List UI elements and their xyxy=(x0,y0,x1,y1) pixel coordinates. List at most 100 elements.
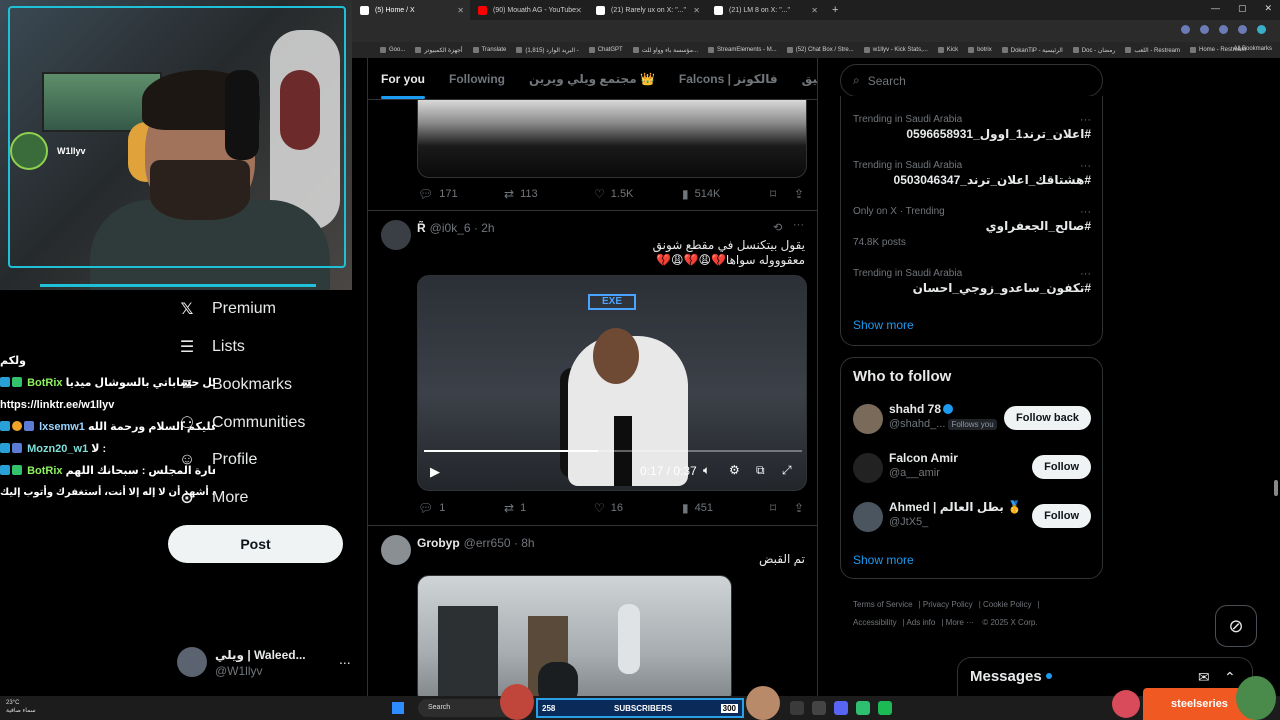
search-box[interactable]: ⌕ xyxy=(840,64,1103,97)
close-icon[interactable]: ✕ xyxy=(457,6,464,15)
bookmark-item[interactable]: DokanTiP - الرئيسية xyxy=(1001,47,1063,54)
bookmark-button[interactable]: ⌑ xyxy=(770,187,776,201)
new-message-icon[interactable]: ✉ xyxy=(1198,669,1210,686)
tab-following[interactable]: Following xyxy=(449,72,505,86)
trend-item[interactable]: Trending in Saudi Arabia #اعلان_ترند1_او… xyxy=(853,114,1091,141)
chat-link[interactable]: https://linktr.ee/w1llyv xyxy=(0,399,114,411)
address-bar[interactable] xyxy=(352,20,1280,42)
close-window-icon[interactable]: ✕ xyxy=(1264,3,1272,14)
bookmark-item[interactable]: أجهزة الكمبيوتر xyxy=(415,47,463,54)
settings-gear-icon[interactable]: ⚙ xyxy=(729,463,740,477)
follow-button[interactable]: Follow xyxy=(1032,455,1091,479)
search-input[interactable] xyxy=(867,73,1068,88)
extension-icon[interactable] xyxy=(1200,25,1209,34)
taskbar-app-icon[interactable] xyxy=(812,701,826,715)
footer-link[interactable]: Terms of Service xyxy=(853,600,913,609)
footer-link[interactable]: More ··· xyxy=(946,618,974,627)
play-icon[interactable]: ▶ xyxy=(430,464,440,480)
extension-icon[interactable] xyxy=(1181,25,1190,34)
extension-icon[interactable] xyxy=(1219,25,1228,34)
bookmark-button[interactable]: ⌑ xyxy=(770,501,776,515)
tweet-author[interactable]: R̃ @i0k_6 · 2h xyxy=(417,221,495,235)
follow-suggestion[interactable]: Ahmed | بطل العالم 🥇 @JtX5_ Follow xyxy=(853,498,1091,538)
bookmark-item[interactable]: botrix xyxy=(968,47,992,53)
avatar[interactable] xyxy=(381,535,411,565)
more-icon[interactable]: ··· xyxy=(1080,160,1091,172)
follow-back-button[interactable]: Follow back xyxy=(1004,406,1091,430)
bookmark-item[interactable]: ChatGPT xyxy=(588,47,623,53)
bookmark-item[interactable]: مؤسسة باء وواو للت... xyxy=(632,47,698,54)
reply-button[interactable]: 💬︎ 1 xyxy=(418,501,445,515)
bookmark-item[interactable]: Doc - رمضان xyxy=(1072,47,1115,54)
windows-start-icon[interactable] xyxy=(392,702,404,714)
footer-link[interactable]: Ads info xyxy=(906,618,935,627)
post-button[interactable]: Post xyxy=(168,525,343,563)
volume-icon[interactable]: 🔈︎ xyxy=(703,463,710,478)
taskbar-app-icon[interactable] xyxy=(856,701,870,715)
follow-show-more-link[interactable]: Show more xyxy=(853,553,914,567)
tab-rocket-league[interactable]: روكيت ليق | RL xyxy=(802,72,817,86)
avatar[interactable] xyxy=(381,220,411,250)
trend-item[interactable]: Only on X · Trending #صالح_الجعفراوي 74.… xyxy=(853,206,1091,248)
tweet-media-image[interactable] xyxy=(417,100,807,178)
more-icon[interactable]: ··· xyxy=(1080,206,1091,218)
all-bookmarks-button[interactable]: All Bookmarks xyxy=(1234,46,1272,52)
follow-suggestion[interactable]: Falcon Amir @a__amir Follow xyxy=(853,449,1091,489)
bookmark-item[interactable]: اللعب - Restream xyxy=(1125,47,1180,54)
minimize-icon[interactable]: — xyxy=(1211,3,1220,14)
views-button[interactable]: ▮ 451 xyxy=(682,501,713,515)
weather-widget[interactable]: 23°C سماء صافية xyxy=(6,699,36,715)
close-icon[interactable]: ✕ xyxy=(811,6,818,15)
account-more-icon[interactable]: ... xyxy=(339,651,351,667)
more-icon[interactable]: ··· xyxy=(1080,114,1091,126)
bookmark-item[interactable]: w1llyv - Kick Stats,... xyxy=(863,47,928,53)
repost-button[interactable]: ⇄ 1 xyxy=(504,501,526,515)
follow-button[interactable]: Follow xyxy=(1032,504,1091,528)
browser-tab[interactable]: (21) Rarely ux on X: "..." ✕ xyxy=(588,0,706,20)
like-button[interactable]: ♡ 16 xyxy=(594,501,623,515)
follow-suggestion[interactable]: shahd 78 @shahd_... Follows you Follow ba… xyxy=(853,400,1091,440)
browser-tab[interactable]: (90) Mouath AG - YouTube ✕ xyxy=(470,0,588,20)
reply-button[interactable]: 💬︎ 171 xyxy=(418,187,458,201)
more-icon[interactable]: ··· xyxy=(1080,268,1091,280)
tweet-video-player[interactable]: EXE ▶ 0:17 / 0:37 🔈︎ ⚙ ⧉ ⤢ xyxy=(417,275,807,491)
trend-item[interactable]: Trending in Saudi Arabia #تكفون_ساعدو_زو… xyxy=(853,268,1091,295)
tweet-author[interactable]: Grobyp @err650 · 8h xyxy=(417,536,535,550)
browser-tab[interactable]: (5) Home / X ✕ xyxy=(352,0,470,20)
share-button[interactable]: ⇪ xyxy=(794,187,804,201)
profile-icon[interactable] xyxy=(1257,25,1266,34)
chevron-up-icon[interactable]: ⌃ xyxy=(1224,669,1236,686)
bookmark-item[interactable]: StreamElements - M... xyxy=(708,47,777,53)
footer-link[interactable]: Privacy Policy xyxy=(923,600,973,609)
browser-tab[interactable]: (21) LM 8 on X: "..." ✕ xyxy=(706,0,824,20)
picture-in-picture-icon[interactable]: ⧉ xyxy=(756,463,765,478)
taskbar-app-icon[interactable] xyxy=(790,701,804,715)
trends-show-more-link[interactable]: Show more xyxy=(853,318,914,332)
video-progress-bar[interactable] xyxy=(424,450,802,452)
tab-falcons[interactable]: Falcons | فالكونز xyxy=(679,72,778,86)
account-switcher[interactable]: ويلي | Waleed... @W1llyv ... xyxy=(177,645,357,679)
tab-for-you[interactable]: For you xyxy=(381,72,425,99)
grok-icon[interactable]: ⊘ xyxy=(1215,605,1257,647)
bookmark-item[interactable]: Kick xyxy=(937,47,958,53)
share-button[interactable]: ⇪ xyxy=(794,501,804,515)
close-icon[interactable]: ✕ xyxy=(693,6,700,15)
extension-icon[interactable] xyxy=(1238,25,1247,34)
trend-item[interactable]: Trending in Saudi Arabia #هشتاقك_اعلان_ت… xyxy=(853,160,1091,187)
new-tab-button[interactable]: + xyxy=(824,4,846,16)
like-button[interactable]: ♡ 1.5K xyxy=(594,187,633,201)
bookmark-item[interactable]: (1,815) البريد الوارد - xyxy=(516,47,579,54)
tab-community[interactable]: مجتمع ويلي ويرين 👑 xyxy=(529,72,655,86)
footer-link[interactable]: Cookie Policy xyxy=(983,600,1031,609)
fullscreen-icon[interactable]: ⤢ xyxy=(782,463,792,478)
footer-link[interactable]: Accessibility xyxy=(853,618,897,627)
views-button[interactable]: ▮ 514K xyxy=(682,187,720,201)
repost-button[interactable]: ⇄ 113 xyxy=(504,187,538,201)
nav-item-premium[interactable]: 𝕏 Premium xyxy=(178,300,276,318)
maximize-icon[interactable]: ▢ xyxy=(1238,3,1247,14)
bookmark-item[interactable]: Goo... xyxy=(380,47,405,53)
grok-icon[interactable]: ⟲ xyxy=(773,221,782,234)
bookmark-item[interactable]: Translate xyxy=(472,47,506,53)
more-icon[interactable]: ··· xyxy=(793,219,804,231)
taskbar-app-icon[interactable] xyxy=(878,701,892,715)
